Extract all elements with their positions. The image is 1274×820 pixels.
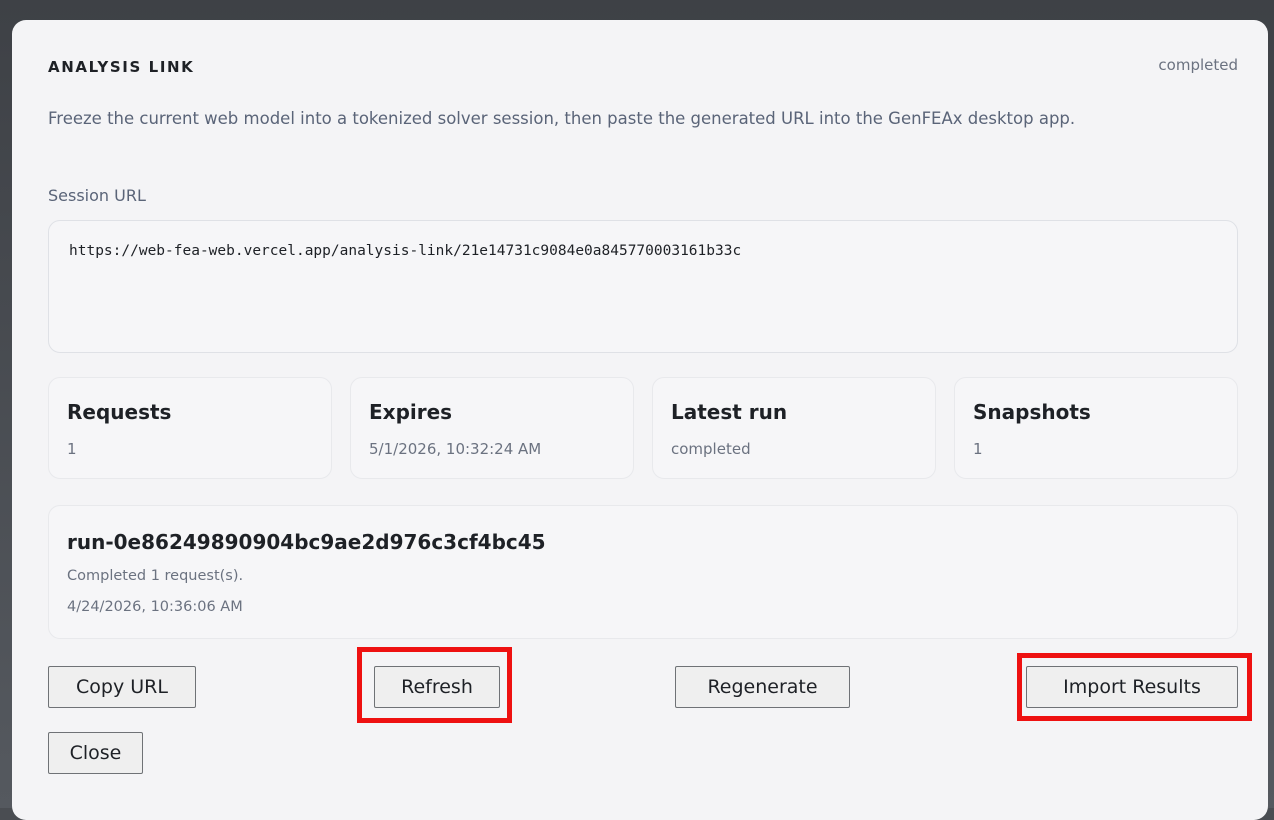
- stat-title: Requests: [67, 400, 172, 424]
- session-url-label: Session URL: [48, 186, 146, 205]
- analysis-link-dialog: ANALYSIS LINK completed Freeze the curre…: [12, 20, 1268, 820]
- stat-value: 1: [67, 440, 77, 458]
- dialog-description: Freeze the current web model into a toke…: [48, 109, 1076, 128]
- copy-url-button[interactable]: Copy URL: [48, 666, 196, 708]
- stat-card-requests: Requests 1: [48, 377, 332, 479]
- stat-card-latest-run: Latest run completed: [652, 377, 936, 479]
- run-id: run-0e86249890904bc9ae2d976c3cf4bc45: [67, 530, 546, 554]
- run-timestamp: 4/24/2026, 10:36:06 AM: [67, 599, 243, 615]
- stat-value: completed: [671, 440, 751, 458]
- stat-card-expires: Expires 5/1/2026, 10:32:24 AM: [350, 377, 634, 479]
- stat-card-snapshots: Snapshots 1: [954, 377, 1238, 479]
- refresh-button[interactable]: Refresh: [374, 666, 500, 708]
- session-url-field[interactable]: https://web-fea-web.vercel.app/analysis-…: [48, 220, 1238, 353]
- latest-run-card: run-0e86249890904bc9ae2d976c3cf4bc45 Com…: [48, 505, 1238, 639]
- session-url-text: https://web-fea-web.vercel.app/analysis-…: [69, 243, 742, 259]
- close-button[interactable]: Close: [48, 732, 143, 774]
- regenerate-button[interactable]: Regenerate: [675, 666, 850, 708]
- stat-value: 5/1/2026, 10:32:24 AM: [369, 440, 542, 458]
- dialog-title: ANALYSIS LINK: [48, 58, 195, 76]
- run-message: Completed 1 request(s).: [67, 568, 244, 584]
- stat-title: Latest run: [671, 400, 788, 424]
- stat-title: Expires: [369, 400, 453, 424]
- stat-title: Snapshots: [973, 400, 1091, 424]
- import-results-button[interactable]: Import Results: [1026, 666, 1238, 708]
- dialog-status: completed: [1158, 56, 1238, 74]
- stat-value: 1: [973, 440, 983, 458]
